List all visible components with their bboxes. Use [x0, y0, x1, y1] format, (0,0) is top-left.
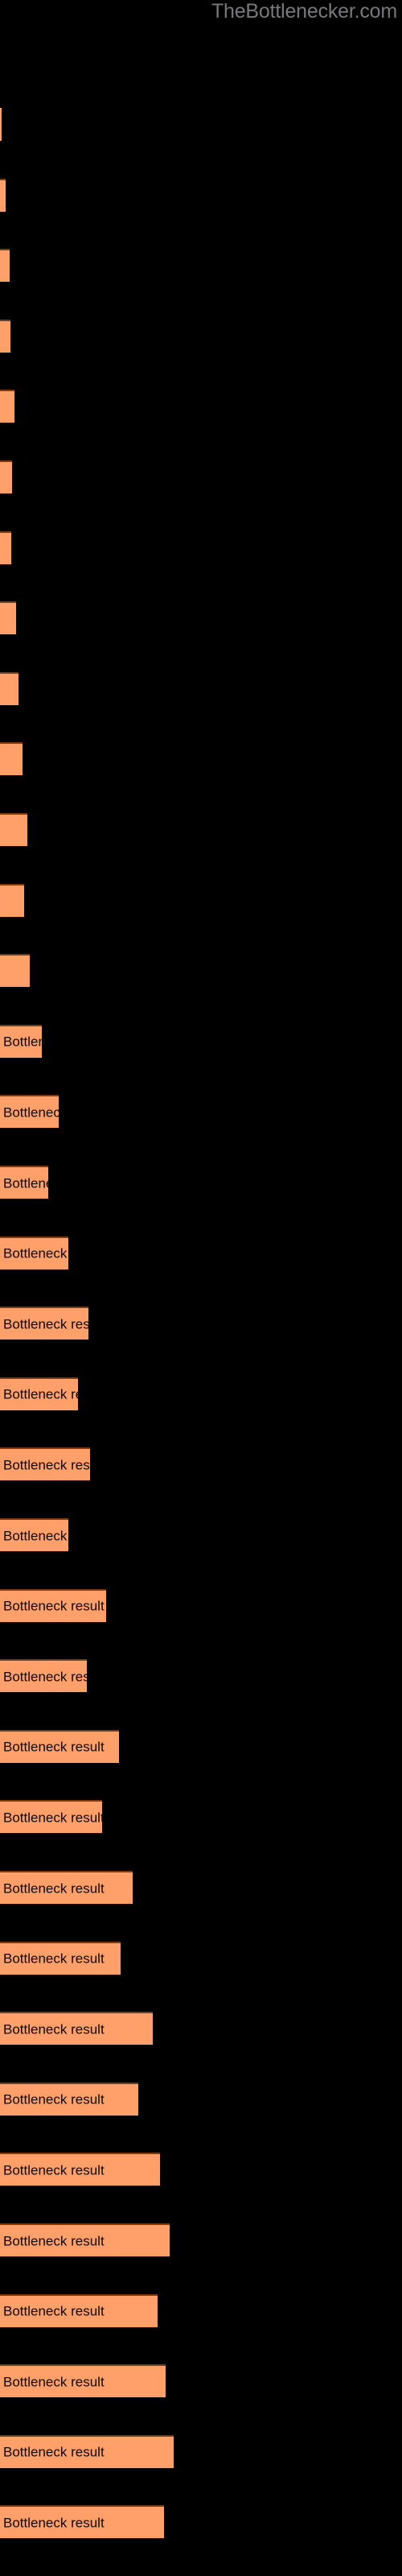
- bar-row: Bottleneck result: [0, 1729, 402, 1763]
- bar-row: Bottleneck result: [0, 249, 402, 283]
- bar-label: Bottleneck result: [3, 1880, 105, 1896]
- bar[interactable]: Bottleneck result: [0, 1095, 59, 1129]
- bar[interactable]: Bottleneck result: [0, 2434, 174, 2468]
- bar-label: Bottleneck result: [3, 2091, 105, 2107]
- bar[interactable]: Bottleneck result: [0, 530, 11, 564]
- bar-label: Bottleneck result: [3, 2515, 105, 2531]
- bar-row: Bottleneck result: [0, 2364, 402, 2398]
- bar[interactable]: Bottleneck result: [0, 1518, 68, 1551]
- bar[interactable]: Bottleneck result: [0, 1236, 68, 1269]
- bar-label: Bottleneck result: [3, 1386, 78, 1402]
- bar[interactable]: Bottleneck result: [0, 883, 24, 917]
- bar-row: Bottleneck result: [0, 1447, 402, 1481]
- bar-label: Bottleneck result: [3, 1104, 59, 1121]
- bar-row: Bottleneck result: [0, 1871, 402, 1904]
- bar[interactable]: Bottleneck result: [0, 249, 10, 283]
- bar-row: Bottleneck result: [0, 883, 402, 917]
- bar-label: Bottleneck result: [3, 1739, 105, 1755]
- bar-row: Bottleneck result: [0, 1024, 402, 1058]
- bar[interactable]: Bottleneck result: [0, 1307, 88, 1340]
- bar-label: Bottleneck result: [3, 2444, 105, 2460]
- bar-label: Bottleneck result: [3, 1810, 102, 1826]
- bar-row: Bottleneck result: [0, 813, 402, 846]
- bar-row: Bottleneck result: [0, 2293, 402, 2327]
- bar[interactable]: Bottleneck result: [0, 671, 18, 705]
- bar-row: Bottleneck result: [0, 2012, 402, 2046]
- bar-row: Bottleneck result: [0, 2223, 402, 2256]
- bar[interactable]: Bottleneck result: [0, 1447, 90, 1481]
- bar[interactable]: Bottleneck result: [0, 742, 23, 776]
- bar-label: Bottleneck result: [3, 2021, 105, 2037]
- bar-row: Bottleneck result: [0, 178, 402, 212]
- bar-row: Bottleneck result: [0, 530, 402, 564]
- bar[interactable]: Bottleneck result: [0, 601, 16, 635]
- bar-row: Bottleneck result: [0, 1659, 402, 1693]
- bar-label: Bottleneck result: [3, 1316, 88, 1332]
- bar[interactable]: Bottleneck result: [0, 460, 12, 493]
- bar-row: Bottleneck result: [0, 954, 402, 988]
- bar-row: Bottleneck result: [0, 1377, 402, 1410]
- site-title: TheBottlenecker.com: [211, 0, 397, 23]
- bar[interactable]: Bottleneck result: [0, 1024, 42, 1058]
- bar-row: Bottleneck result: [0, 108, 402, 141]
- bar-row: Bottleneck result: [0, 390, 402, 423]
- bar-label: Bottleneck result: [3, 1034, 42, 1050]
- bar-label: Bottleneck result: [3, 1669, 87, 1685]
- bar[interactable]: Bottleneck result: [0, 1941, 121, 1975]
- bar-row: Bottleneck result: [0, 601, 402, 635]
- bar[interactable]: Bottleneck result: [0, 954, 30, 988]
- bar-row: Bottleneck result: [0, 1236, 402, 1269]
- bar[interactable]: Bottleneck result: [0, 813, 27, 846]
- bar-row: Bottleneck result: [0, 742, 402, 776]
- bar-label: Bottleneck result: [3, 1528, 68, 1543]
- bar-label: Bottleneck result: [3, 2374, 105, 2390]
- bar[interactable]: Bottleneck result: [0, 1377, 78, 1410]
- bar-row: Bottleneck result: [0, 2434, 402, 2468]
- bar[interactable]: Bottleneck result: [0, 1871, 133, 1904]
- bar[interactable]: Bottleneck result: [0, 1588, 106, 1622]
- bar[interactable]: Bottleneck result: [0, 2082, 138, 2116]
- bar[interactable]: Bottleneck result: [0, 2364, 166, 2398]
- bar[interactable]: Bottleneck result: [0, 2012, 153, 2046]
- bar[interactable]: Bottleneck result: [0, 178, 6, 212]
- bar-label: Bottleneck result: [3, 1457, 90, 1473]
- bar-row: Bottleneck result: [0, 2505, 402, 2539]
- bar-label: Bottleneck result: [3, 1951, 105, 1967]
- bar[interactable]: Bottleneck result: [0, 1166, 48, 1199]
- bar-row: Bottleneck result: [0, 2082, 402, 2116]
- bar-row: Bottleneck result: [0, 1166, 402, 1199]
- bar[interactable]: Bottleneck result: [0, 1659, 87, 1693]
- bar-label: Bottleneck result: [3, 1175, 48, 1191]
- bar-label: Bottleneck result: [3, 2233, 105, 2248]
- bar-row: Bottleneck result: [0, 2153, 402, 2186]
- bar-row: Bottleneck result: [0, 319, 402, 353]
- bar[interactable]: Bottleneck result: [0, 1729, 119, 1763]
- bar[interactable]: Bottleneck result: [0, 2505, 164, 2539]
- bar-row: Bottleneck result: [0, 671, 402, 705]
- bar-label: Bottleneck result: [3, 1245, 68, 1261]
- bar-row: Bottleneck result: [0, 1941, 402, 1975]
- chart-page: TheBottlenecker.com Bottleneck resultBot…: [0, 0, 402, 2576]
- bar-label: Bottleneck result: [3, 2303, 105, 2319]
- bar-label: Bottleneck result: [3, 2162, 105, 2178]
- bar-label: Bottleneck result: [3, 1598, 105, 1614]
- bar[interactable]: Bottleneck result: [0, 390, 14, 423]
- bar-row: Bottleneck result: [0, 1095, 402, 1129]
- bar[interactable]: Bottleneck result: [0, 108, 2, 141]
- bar-row: Bottleneck result: [0, 1800, 402, 1834]
- bar-chart-plot-area: Bottleneck result Bottleneck result Bottle…: [0, 108, 402, 2576]
- bar-row: Bottleneck result: [0, 1307, 402, 1340]
- bar-row: Bottleneck result: [0, 460, 402, 493]
- bar[interactable]: Bottleneck result: [0, 2153, 160, 2186]
- bar[interactable]: Bottleneck result: [0, 2223, 170, 2256]
- bar-row: Bottleneck result: [0, 1588, 402, 1622]
- bar[interactable]: Bottleneck result: [0, 2293, 158, 2327]
- bar-row: Bottleneck result: [0, 1518, 402, 1551]
- bar[interactable]: Bottleneck result: [0, 1800, 102, 1834]
- bar[interactable]: Bottleneck result: [0, 319, 10, 353]
